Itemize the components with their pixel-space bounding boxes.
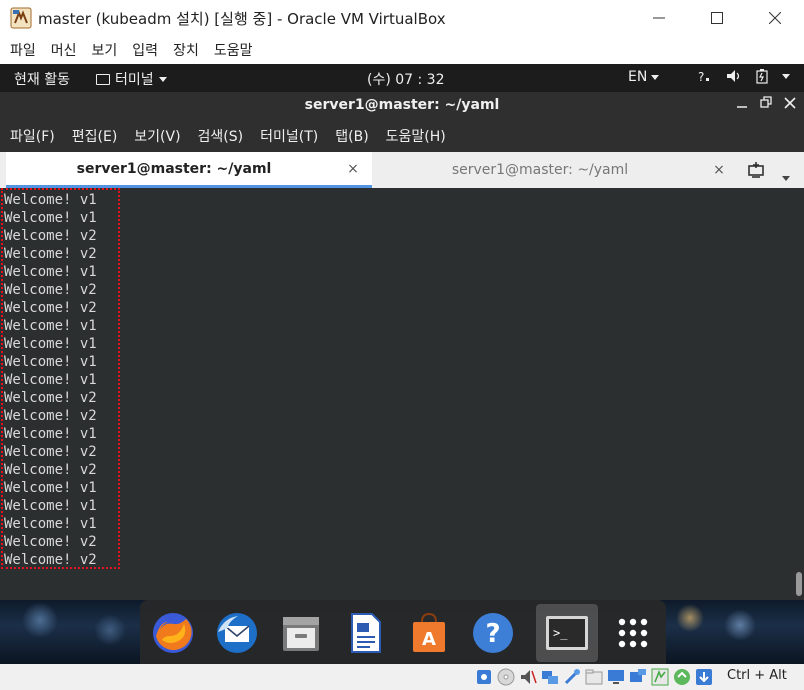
tab-close-icon[interactable]: × [342, 161, 364, 177]
vbox-menu-devices[interactable]: 장치 [173, 40, 199, 60]
maximize-button[interactable] [688, 0, 746, 36]
virtualbox-app-icon [10, 7, 32, 29]
volume-icon [727, 70, 740, 82]
host-key-label: Ctrl + Alt [727, 668, 787, 683]
optical-drive-icon[interactable] [496, 667, 516, 687]
accessibility-icon: ? [698, 70, 709, 84]
network-icon[interactable] [540, 667, 560, 687]
dock-item-help[interactable]: ? [462, 604, 524, 662]
terminal-small-icon [96, 73, 110, 85]
virtualbox-window: master (kubeadm 설치) [실행 중] - Oracle VM V… [0, 0, 804, 690]
shared-folders-icon[interactable] [584, 667, 604, 687]
minimize-icon [653, 17, 665, 19]
close-icon[interactable] [784, 95, 796, 111]
terminal-titlebar: server1@master: ~/yaml [0, 92, 804, 120]
mouse-integration-icon[interactable] [672, 667, 692, 687]
chevron-down-icon [651, 74, 660, 80]
terminal-tabbar: server1@master: ~/yaml × server1@master:… [0, 152, 804, 188]
vbox-menu-file[interactable]: 파일 [10, 40, 36, 60]
svg-text:>_: >_ [553, 626, 568, 640]
cpu-icon[interactable] [650, 667, 670, 687]
window-title: master (kubeadm 설치) [실행 중] - Oracle VM V… [38, 9, 446, 28]
tab-inactive[interactable]: server1@master: ~/yaml × [372, 152, 738, 188]
firefox-icon [153, 613, 193, 653]
terminal-menu-file[interactable]: 파일(F) [10, 126, 55, 146]
restore-icon[interactable] [760, 95, 772, 111]
host-key-icon[interactable] [694, 667, 714, 687]
terminal-menu-terminal[interactable]: 터미널(T) [260, 126, 318, 146]
maximize-icon [711, 12, 723, 24]
display-icon[interactable] [606, 667, 626, 687]
chevron-down-icon [782, 176, 790, 181]
help-icon: ? [473, 613, 513, 653]
tab-active[interactable]: server1@master: ~/yaml × [6, 152, 372, 188]
terminal-window-controls [736, 95, 796, 111]
app-menu-label: 터미널 [115, 72, 154, 88]
minimize-icon[interactable] [736, 95, 748, 111]
dock-item-thunderbird[interactable] [206, 604, 268, 662]
terminal-output[interactable]: Welcome! v1 Welcome! v1 Welcome! v2 Welcome… [0, 188, 804, 600]
clock[interactable]: (수) 07 : 32 [367, 69, 445, 89]
video-capture-icon[interactable] [628, 667, 648, 687]
libreoffice-writer-icon [351, 613, 381, 653]
software-center-icon: A [413, 612, 445, 652]
terminal-menu-tabs[interactable]: 탭(B) [335, 126, 368, 146]
vbox-menu-view[interactable]: 보기 [92, 40, 118, 60]
svg-text:?: ? [698, 70, 704, 84]
svg-text:?: ? [485, 619, 500, 649]
audio-icon[interactable] [518, 667, 538, 687]
vbox-titlebar: master (kubeadm 설치) [실행 중] - Oracle VM V… [0, 0, 804, 36]
dock-item-firefox[interactable] [142, 604, 204, 662]
language-label: EN [628, 69, 648, 85]
hard-disk-icon[interactable] [474, 667, 494, 687]
terminal-menu-help[interactable]: 도움말(H) [386, 126, 446, 146]
minimize-button[interactable] [630, 0, 688, 36]
terminal-menu-view[interactable]: 보기(V) [134, 126, 180, 146]
app-menu[interactable]: 터미널 [96, 69, 167, 89]
usb-icon[interactable] [562, 667, 582, 687]
tab-list-button[interactable] [782, 166, 790, 185]
annotation-highlight-box [1, 188, 120, 569]
terminal-menubar: 파일(F) 편집(E) 보기(V) 검색(S) 터미널(T) 탭(B) 도움말(… [0, 120, 804, 152]
new-tab-button[interactable] [746, 160, 766, 180]
terminal-icon: >_ [546, 616, 588, 650]
close-icon [769, 12, 781, 24]
window-controls [630, 0, 804, 36]
input-language[interactable]: EN [628, 69, 660, 85]
vbox-menu-input[interactable]: 입력 [132, 40, 158, 60]
show-applications-icon [618, 618, 648, 648]
dock-item-writer[interactable] [334, 604, 396, 662]
dock-item-software[interactable]: A [398, 604, 460, 662]
vbox-menu-machine[interactable]: 머신 [51, 40, 77, 60]
system-tray[interactable]: ? [696, 68, 790, 84]
close-button[interactable] [746, 0, 804, 36]
chevron-down-icon [782, 73, 790, 79]
tab-close-icon[interactable]: × [708, 162, 730, 178]
vbox-menubar: 파일 머신 보기 입력 장치 도움말 [0, 36, 804, 64]
svg-text:A: A [422, 629, 436, 650]
dock-item-terminal[interactable]: >_ [536, 604, 598, 662]
vbox-menu-help[interactable]: 도움말 [214, 40, 253, 60]
vbox-statusbar: Ctrl + Alt [0, 664, 804, 690]
vbox-device-icons [474, 667, 714, 687]
files-icon [283, 617, 319, 651]
terminal-menu-search[interactable]: 검색(S) [198, 126, 244, 146]
terminal-scrollbar[interactable] [796, 572, 802, 596]
activities-button[interactable]: 현재 활동 [14, 69, 70, 89]
chevron-down-icon [158, 76, 167, 82]
new-tab-icon [748, 162, 764, 178]
gnome-top-bar: 현재 활동 터미널 (수) 07 : 32 EN ? [0, 64, 804, 92]
tab-label: server1@master: ~/yaml [451, 162, 629, 178]
dock-item-show-apps[interactable] [602, 604, 664, 662]
battery-icon [756, 69, 768, 84]
thunderbird-icon [217, 613, 257, 653]
dock-item-files[interactable] [270, 604, 332, 662]
gnome-dock: A ? >_ [140, 600, 666, 664]
terminal-title: server1@master: ~/yaml [304, 97, 500, 113]
tab-label: server1@master: ~/yaml [76, 160, 272, 177]
terminal-menu-edit[interactable]: 편집(E) [72, 126, 118, 146]
guest-screen[interactable]: 현재 활동 터미널 (수) 07 : 32 EN ? server1@maste… [0, 64, 804, 664]
